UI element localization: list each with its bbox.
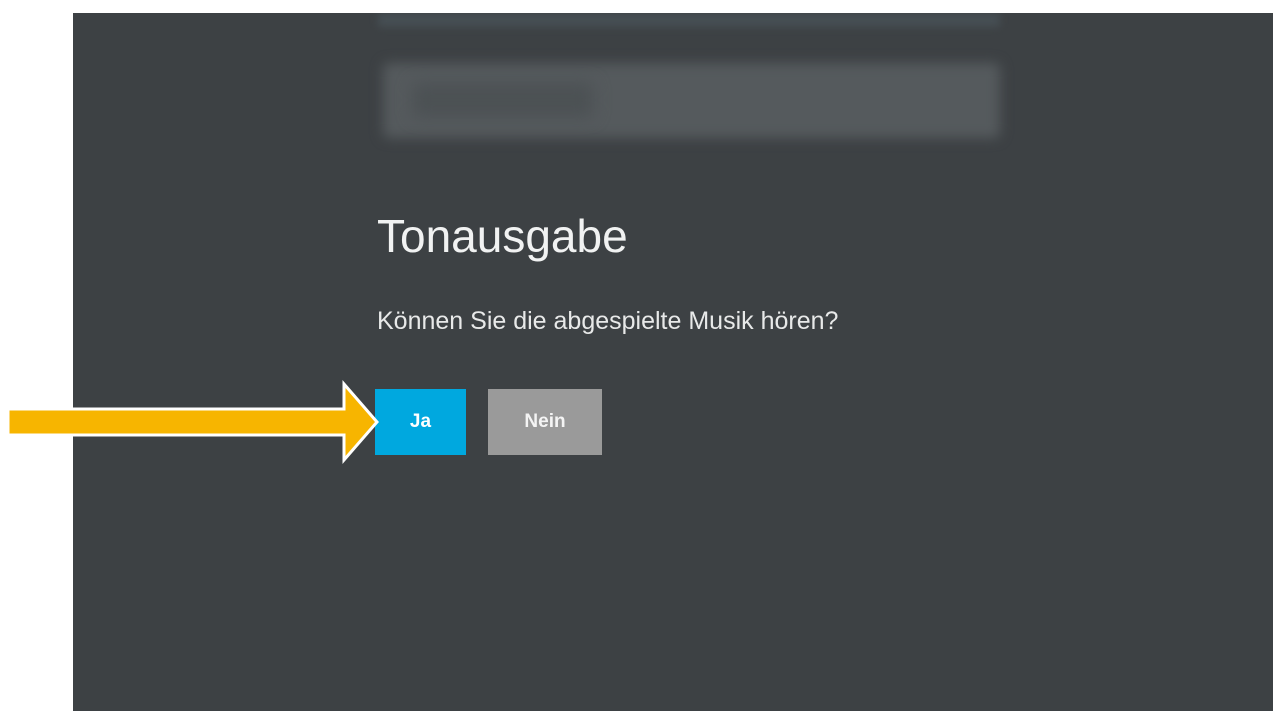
dialog-title: Tonausgabe <box>377 210 628 262</box>
blurred-header-strip <box>378 13 1000 27</box>
blurred-card-content <box>413 83 593 117</box>
screenshot-stage: Tonausgabe Können Sie die abgespielte Mu… <box>0 0 1273 711</box>
tv-screen: Tonausgabe Können Sie die abgespielte Mu… <box>73 13 1273 711</box>
yes-button[interactable]: Ja <box>375 389 466 455</box>
no-button[interactable]: Nein <box>488 389 602 455</box>
dialog-question: Können Sie die abgespielte Musik hören? <box>377 307 839 335</box>
